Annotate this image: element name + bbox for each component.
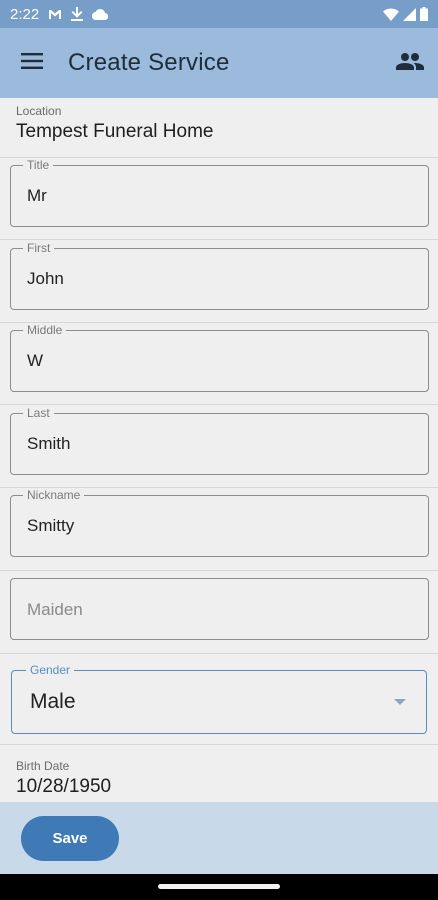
battery-icon <box>420 7 428 21</box>
nickname-value: Smitty <box>27 516 75 535</box>
location-label: Location <box>16 104 62 118</box>
gender-select[interactable]: Gender Male <box>11 663 427 734</box>
home-handle[interactable] <box>158 884 280 889</box>
form-content: Location Tempest Funeral Home Title Mr F… <box>0 98 438 802</box>
middle-name-value: W <box>27 351 44 370</box>
dropdown-arrow-icon <box>394 699 406 705</box>
people-icon <box>396 52 424 75</box>
nickname-label: Nickname <box>23 488 85 502</box>
navigation-bar <box>0 874 438 900</box>
divider <box>0 404 438 405</box>
cloud-icon <box>92 8 109 20</box>
page-title: Create Service <box>68 49 230 76</box>
divider <box>0 239 438 240</box>
status-time: 2:22 <box>10 5 40 23</box>
birth-date-label: Birth Date <box>16 759 70 773</box>
maiden-name-field[interactable]: Maiden <box>10 578 429 640</box>
people-button[interactable] <box>382 28 438 98</box>
divider <box>0 653 438 654</box>
first-name-value: John <box>27 269 64 288</box>
signal-icon <box>403 7 416 21</box>
location-value: Tempest Funeral Home <box>16 121 214 142</box>
gmail-icon <box>48 9 62 20</box>
wifi-icon <box>383 7 399 21</box>
middle-name-label: Middle <box>23 323 67 337</box>
maiden-name-placeholder: Maiden <box>27 600 83 619</box>
divider <box>0 570 438 571</box>
last-name-label: Last <box>23 406 54 420</box>
gender-label: Gender <box>26 663 75 677</box>
birth-date-value: 10/28/1950 <box>16 776 112 797</box>
save-button[interactable]: Save <box>21 816 119 861</box>
first-name-label: First <box>23 241 55 255</box>
title-field[interactable]: Title Mr <box>10 158 429 227</box>
title-value: Mr <box>27 186 47 205</box>
last-name-field[interactable]: Last Smith <box>10 406 429 475</box>
app-bar: Create Service <box>0 28 438 98</box>
divider <box>0 744 438 745</box>
first-name-field[interactable]: First John <box>10 241 429 310</box>
bottom-action-bar: Save <box>0 802 438 874</box>
nickname-field[interactable]: Nickname Smitty <box>10 488 429 557</box>
title-label: Title <box>23 158 54 172</box>
menu-icon <box>21 52 43 74</box>
divider <box>0 157 438 158</box>
status-bar: 2:22 <box>0 0 438 28</box>
birth-date-field[interactable]: Birth Date 10/28/1950 <box>0 759 438 798</box>
middle-name-field[interactable]: Middle W <box>10 323 429 392</box>
gender-value: Male <box>30 690 76 713</box>
location-field[interactable]: Location Tempest Funeral Home <box>0 104 438 143</box>
last-name-value: Smith <box>27 434 71 453</box>
download-icon <box>71 7 84 21</box>
menu-button[interactable] <box>0 28 64 98</box>
